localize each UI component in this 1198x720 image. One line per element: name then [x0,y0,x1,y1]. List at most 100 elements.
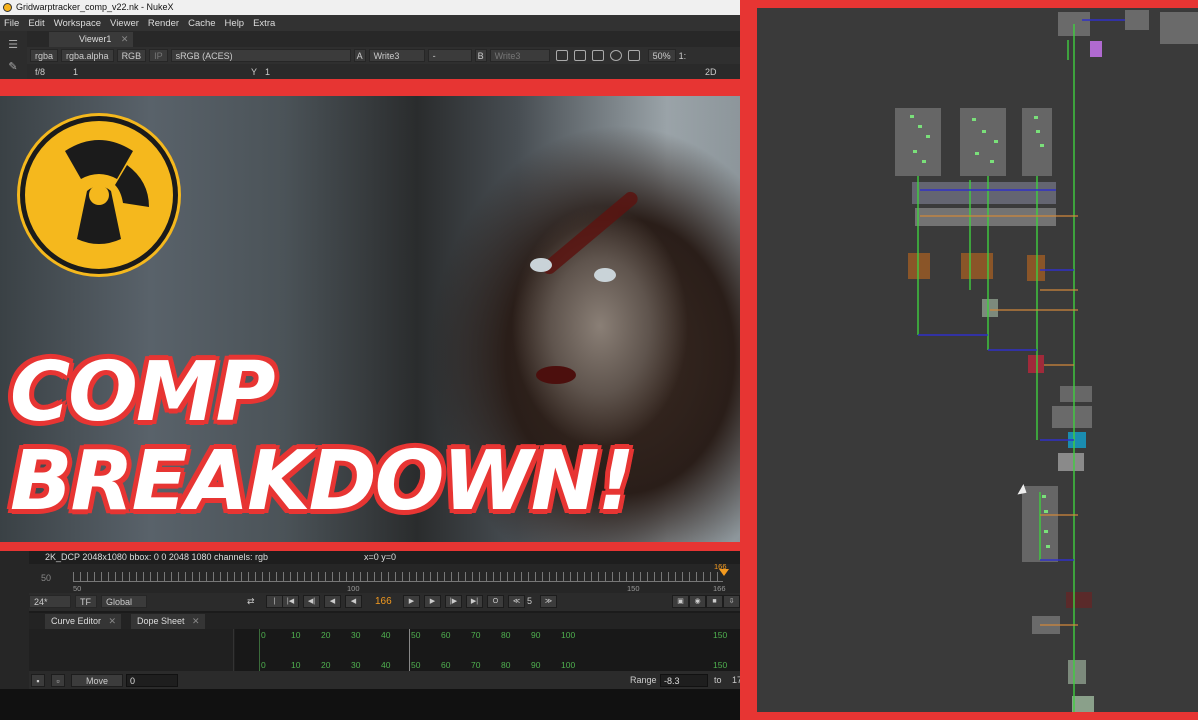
menu-extra[interactable]: Extra [253,18,275,29]
node-box[interactable] [982,299,998,317]
backdrop-group[interactable] [915,208,1056,226]
menu-workspace[interactable]: Workspace [54,18,101,29]
menu-help[interactable]: Help [225,18,245,29]
roi-icon[interactable] [555,50,568,61]
prev-frame-button[interactable]: ◀ [324,595,341,608]
next-key-button[interactable]: |▶ [445,595,462,608]
menu-file[interactable]: File [4,18,19,29]
range-from-field[interactable]: -8.3 [660,674,708,687]
alpha-dropdown[interactable]: rgba.alpha [61,49,114,62]
skip-forward-button[interactable]: ≫ [540,595,557,608]
node-box[interactable] [1058,453,1084,471]
close-icon[interactable]: ✕ [192,614,200,629]
nuke-app-icon [3,3,12,12]
cursor-coords: x=0 y=0 [364,552,397,562]
viewer-cam-icon[interactable]: ▣ [672,595,689,608]
tab-dope-sheet[interactable]: Dope Sheet ✕ [131,614,205,629]
menu-edit[interactable]: Edit [28,18,44,29]
view-mode-dropdown[interactable]: 2D [705,67,717,77]
stop-button[interactable]: O [487,595,504,608]
node-box[interactable] [1060,386,1092,402]
fps-dropdown[interactable]: 24* [29,595,71,608]
dope-sheet-grid[interactable]: 0 0 10 10 20 20 30 30 40 40 50 50 60 60 70 70 80 80 90 90 10… [235,629,740,671]
menu-cache[interactable]: Cache [188,18,215,29]
record-icon[interactable]: ◉ [689,595,706,608]
input-b-dropdown[interactable]: Write3 [489,49,550,62]
node-graph[interactable] [757,8,1198,712]
move-value-field[interactable]: 0 [126,674,178,687]
pen-icon[interactable]: ✎ [6,62,20,73]
lock-icon[interactable]: ■ [706,595,723,608]
channels-dropdown[interactable]: rgba [30,49,59,62]
window-title: Gridwarptracker_comp_v22.nk - NukeX [16,2,174,12]
zoom-dropdown[interactable]: 50% [647,49,676,62]
taskbar-strip [0,689,740,720]
gamma-value[interactable]: 1 [265,67,270,77]
frame-label: 10 [291,660,301,670]
display-dropdown[interactable]: RGB [116,49,147,62]
pause-icon[interactable] [627,50,640,61]
tab-viewer1[interactable]: Viewer1 ✕ [49,32,134,47]
dope-sheet-area[interactable]: 0 0 10 10 20 20 30 30 40 40 50 50 60 60 70 70 80 80 90 90 10… [29,629,740,671]
backdrop-group[interactable] [960,108,1006,176]
next-frame-button[interactable]: ▶ [424,595,441,608]
input-b-label: B [474,49,487,62]
node-box[interactable] [1125,10,1149,30]
refresh-icon[interactable] [609,50,622,61]
filter-icon[interactable]: ▫ [51,674,65,687]
menu-render[interactable]: Render [148,18,179,29]
frame-in-value[interactable]: 50 [41,573,51,583]
export-icon[interactable]: ⇩ [723,595,740,608]
scope-dropdown[interactable]: Global [101,595,147,608]
node-graph-canvas[interactable] [757,8,1198,712]
loop-icon[interactable]: ⇄ [247,596,255,607]
playhead-marker[interactable] [719,569,729,576]
step-button[interactable]: | [266,595,283,608]
node-box[interactable] [1068,660,1086,684]
toolbar-menu-icon[interactable]: ☰ [6,40,20,51]
backdrop-group[interactable] [895,108,941,176]
compare-op-dropdown[interactable]: - [427,49,472,62]
key-icon[interactable]: ▪ [31,674,45,687]
node-box[interactable] [1072,696,1094,712]
timeline[interactable]: 50 50 100 150 166 166 [29,562,740,593]
fstop-label[interactable]: f/8 [35,67,45,77]
first-frame-button[interactable]: |◀ [282,595,299,608]
ip-toggle[interactable]: IP [149,49,168,62]
colorspace-dropdown[interactable]: sRGB (ACES) [170,49,351,62]
exposure-value[interactable]: 1 [73,67,78,77]
node-box[interactable] [908,253,930,279]
current-frame[interactable]: 166 [375,596,392,607]
move-button[interactable]: Move [71,674,123,687]
play-backward-button[interactable]: ◀ [345,595,362,608]
viewer-tab-label: Viewer1 [79,34,112,44]
grid-line [259,629,260,671]
input-a-dropdown[interactable]: Write3 [368,49,425,62]
frame-label: 20 [321,630,331,640]
close-icon[interactable]: ✕ [108,614,116,629]
node-box[interactable] [1027,255,1045,281]
tf-dropdown[interactable]: TF [75,595,97,608]
play-forward-button[interactable]: ▶ [403,595,420,608]
skip-back-button[interactable]: ≪ [508,595,525,608]
node-box[interactable] [1090,41,1102,57]
zoom-ratio: 1: [678,50,687,61]
close-icon[interactable]: ✕ [121,32,129,47]
frame-label: 30 [351,630,361,640]
dope-sheet-tree[interactable] [29,629,234,671]
last-frame-button[interactable]: ▶| [466,595,483,608]
node-box[interactable] [1066,592,1092,608]
input-a-label: A [353,49,366,62]
menu-viewer[interactable]: Viewer [110,18,139,29]
node-box[interactable] [1160,12,1198,44]
tab-curve-editor[interactable]: Curve Editor ✕ [45,614,122,629]
node-box[interactable] [1028,355,1044,373]
node-box[interactable] [1052,406,1092,428]
prev-key-button[interactable]: ◀| [303,595,320,608]
increment-value[interactable]: 5 [527,596,532,606]
backdrop-group[interactable] [912,182,1056,204]
region-icon[interactable] [573,50,586,61]
blue-wires [918,19,1125,561]
timeline-ruler[interactable] [73,572,723,582]
mask-icon[interactable] [591,50,604,61]
